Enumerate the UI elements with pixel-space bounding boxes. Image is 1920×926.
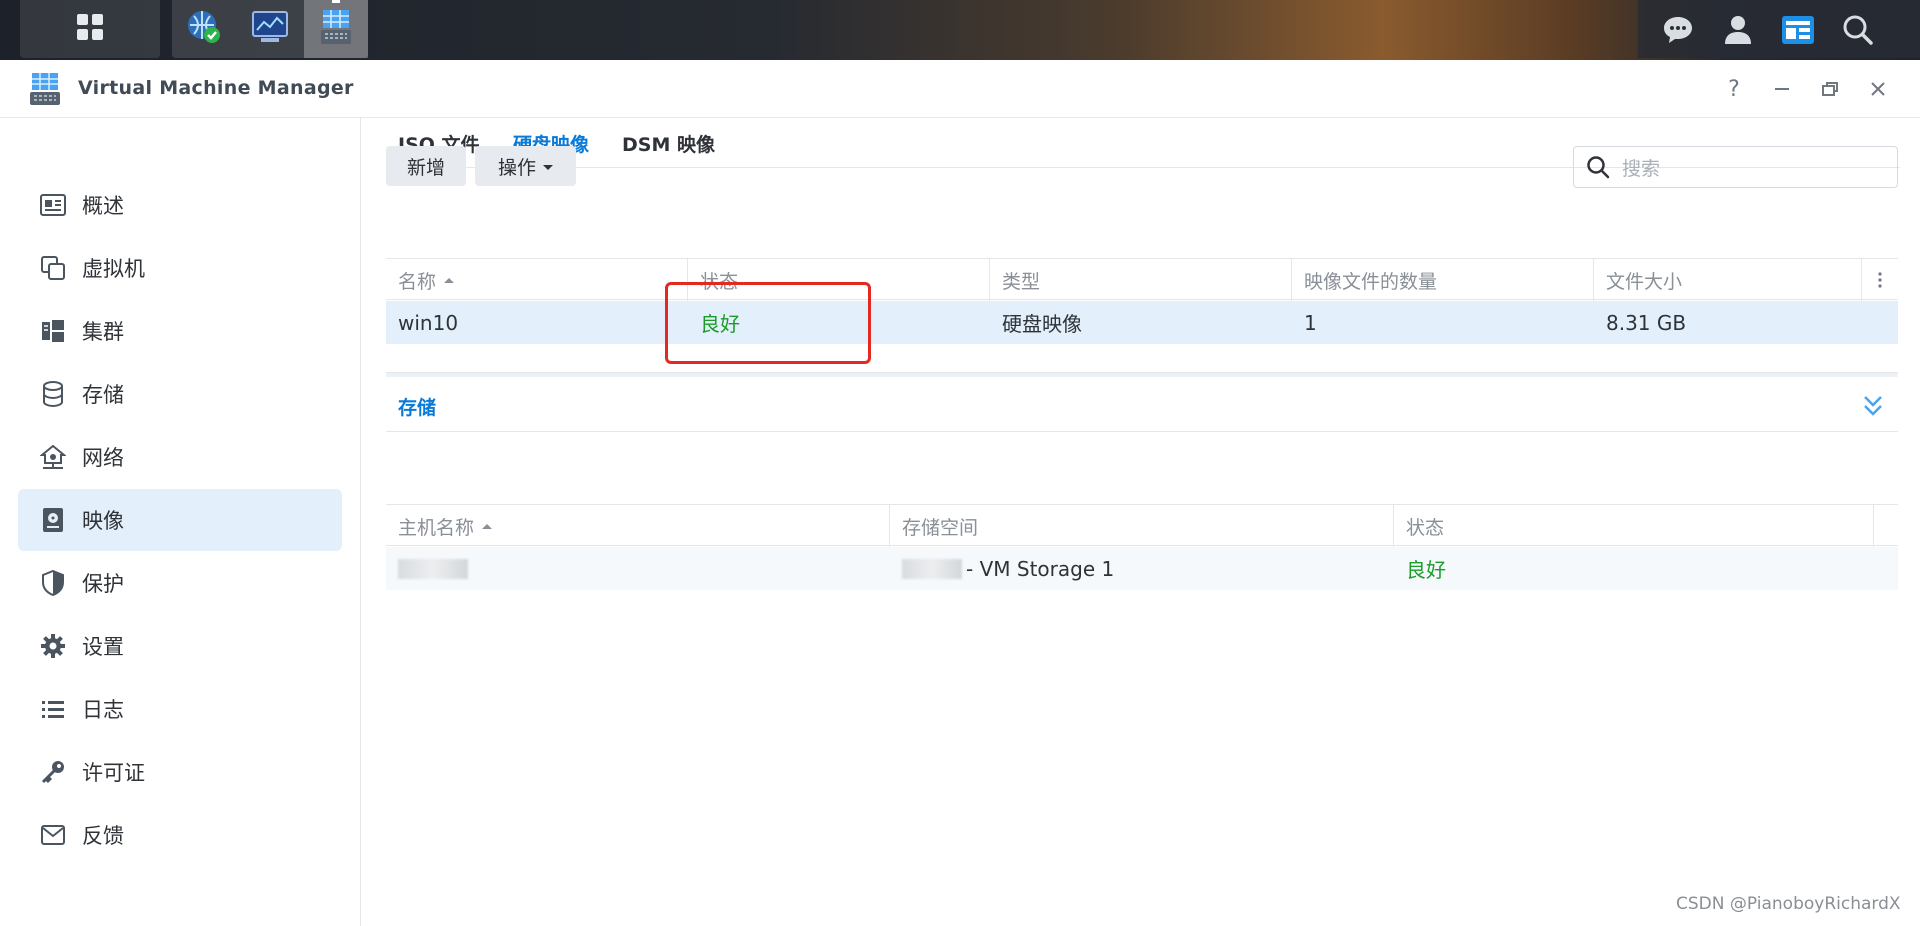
tab-storage[interactable]: 存储 [398,380,436,432]
sidebar-item-label: 日志 [82,698,124,722]
sidebar-item-label: 反馈 [82,824,124,848]
restore-button[interactable] [1816,75,1844,103]
taskbar-app-security-advisor[interactable] [172,0,236,58]
sort-asc-icon [444,277,455,283]
search-icon[interactable] [1838,10,1878,50]
window-titlebar[interactable]: Virtual Machine Manager ? [0,60,1920,118]
sidebar-item-network[interactable]: 网络 [18,426,342,488]
monitor-chart-icon [251,10,289,49]
sidebar-item-settings[interactable]: 设置 [18,615,342,677]
table-header: 名称 状态 类型 映像文件的数量 文件大小 [386,258,1898,301]
action-dropdown[interactable]: 操作 [475,146,576,186]
panel-splitter[interactable] [386,372,1898,377]
column-header-name[interactable]: 名称 [386,259,688,301]
help-button[interactable]: ? [1720,75,1748,103]
table-header: 主机名称 存储空间 状态 [386,504,1898,547]
sidebar-item-vm[interactable]: 虚拟机 [18,237,342,299]
sidebar-item-image[interactable]: 映像 [18,489,342,551]
gear-icon [40,633,66,659]
action-label: 操作 [497,156,536,179]
copy-windows-icon [40,255,66,281]
disk-image-icon [40,507,66,533]
column-header-storage-status[interactable]: 状态 [1394,505,1874,547]
cluster-icon [40,318,66,344]
cell-type: 硬盘映像 [1002,312,1082,336]
tab-dsm-image[interactable]: DSM 映像 [622,118,715,168]
cell-host [386,547,468,590]
search-input[interactable]: 搜索 [1573,146,1898,188]
storage-table: 主机名称 存储空间 状态 - VM Storage 1 良好 [386,504,1898,590]
column-header-count[interactable]: 映像文件的数量 [1292,259,1594,301]
globe-shield-icon [185,8,223,51]
sidebar-item-label: 网络 [82,446,124,470]
sidebar-item-feedback[interactable]: 反馈 [18,804,342,866]
chat-icon[interactable] [1658,10,1698,50]
sidebar-item-storage[interactable]: 存储 [18,363,342,425]
user-icon[interactable] [1718,10,1758,50]
images-table: 名称 状态 类型 映像文件的数量 文件大小 win10 良好 硬盘映像 1 8.… [386,258,1898,344]
caret-down-icon [543,164,553,170]
taskbar [0,0,1920,60]
add-button[interactable]: 新增 [386,146,466,186]
sidebar-item-label: 映像 [82,509,124,533]
sidebar-item-cluster[interactable]: 集群 [18,300,342,362]
sidebar-item-protection[interactable]: 保护 [18,552,342,614]
list-icon [40,696,66,722]
taskbar-tray [1638,0,1920,58]
sidebar-item-label: 集群 [82,320,124,344]
main-menu-button[interactable] [20,0,160,58]
minimize-button[interactable] [1768,75,1796,103]
sidebar-item-label: 存储 [82,383,124,407]
network-icon [40,444,66,470]
sidebar-item-label: 许可证 [82,761,145,785]
cell-name: win10 [398,310,459,335]
redacted-volume [902,558,962,579]
sidebar-item-license[interactable]: 许可证 [18,741,342,803]
storage-panel-tabs: 存储 [386,380,1898,432]
watermark: CSDN @PianoboyRichardX [1676,894,1901,914]
redacted-host [398,558,468,579]
mail-icon [40,822,66,848]
database-icon [40,381,66,407]
taskbar-app-vmm[interactable] [304,0,368,58]
grid-apps-icon [75,12,105,47]
sort-asc-icon [482,523,493,529]
table-row[interactable]: win10 良好 硬盘映像 1 8.31 GB [386,301,1898,344]
cell-storage-status: 良好 [1406,558,1446,582]
annotation-highlight-box [665,282,871,364]
cell-volume: - VM Storage 1 [890,547,1114,590]
table-row[interactable]: - VM Storage 1 良好 [386,547,1898,590]
overview-card-icon [40,192,66,218]
search-placeholder: 搜索 [1622,157,1661,180]
widgets-icon[interactable] [1778,10,1818,50]
cell-size: 8.31 GB [1606,310,1687,335]
sidebar-item-label: 虚拟机 [82,257,145,281]
column-header-size[interactable]: 文件大小 [1594,259,1862,301]
sidebar: 概述 虚拟机 集群 存储 网络 映像 保护 设置 日志 许可证 反馈 [0,118,361,926]
cell-count: 1 [1304,310,1317,335]
taskbar-app-resource-monitor[interactable] [238,0,302,58]
column-options-icon[interactable] [1862,259,1898,301]
search-icon [1586,155,1610,179]
app-window: Virtual Machine Manager ? 概述 虚拟机 集群 存储 网… [0,60,1920,926]
collapse-chevron-icon[interactable] [1862,394,1884,423]
column-header-type[interactable]: 类型 [990,259,1292,301]
close-button[interactable] [1864,75,1892,103]
sidebar-item-overview[interactable]: 概述 [18,174,342,236]
column-header-volume[interactable]: 存储空间 [890,505,1394,547]
sidebar-item-label: 概述 [82,194,124,218]
vmm-icon [319,8,353,51]
sidebar-item-label: 保护 [82,572,124,596]
vmm-logo-icon [28,72,62,106]
column-header-host[interactable]: 主机名称 [386,505,890,547]
key-icon [40,759,66,785]
taskbar-apps [172,0,368,58]
shield-icon [40,570,66,596]
sidebar-item-log[interactable]: 日志 [18,678,342,740]
sidebar-item-label: 设置 [82,635,124,659]
window-title: Virtual Machine Manager [78,77,354,99]
